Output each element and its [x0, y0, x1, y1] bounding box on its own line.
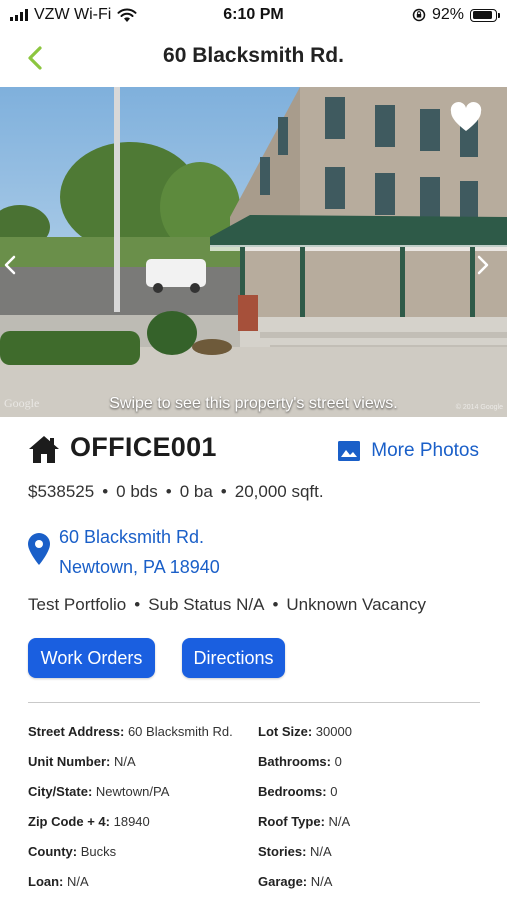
- battery-icon: [470, 8, 500, 22]
- detail-city-state: City/State: Newtown/PA: [28, 784, 170, 799]
- detail-garage: Garage: N/A: [258, 874, 333, 889]
- detail-zip-code: Zip Code + 4: 18940: [28, 814, 150, 829]
- battery-percent: 92%: [431, 6, 464, 23]
- detail-roof-type: Roof Type: N/A: [258, 814, 351, 829]
- status-bar: VZW Wi-Fi 6:10 PM 92%: [0, 0, 507, 30]
- status-bar-right: 92%: [412, 6, 500, 24]
- more-photos-label: More Photos: [371, 440, 479, 461]
- detail-loan: Loan: N/A: [28, 874, 89, 889]
- orientation-lock-icon: [412, 8, 426, 22]
- property-code: OFFICE001: [70, 432, 217, 462]
- home-icon: [29, 436, 59, 463]
- photo-copyright: © 2014 Google: [455, 404, 503, 411]
- divider: [28, 702, 480, 703]
- heart-icon: [450, 102, 482, 131]
- detail-county: County: Bucks: [28, 844, 117, 859]
- sub-status: Sub Status N/A: [148, 595, 265, 614]
- directions-button[interactable]: Directions: [182, 638, 285, 678]
- property-header: OFFICE001 More Photos: [28, 432, 479, 468]
- address-lines: 60 Blacksmith Rd. Newtown, PA 18940: [59, 522, 220, 582]
- photo-caption: Swipe to see this property's street view…: [109, 395, 398, 412]
- detail-stories: Stories: N/A: [258, 844, 332, 859]
- portfolio-name: Test Portfolio: [28, 595, 127, 614]
- detail-street-address: Street Address: 60 Blacksmith Rd.: [28, 724, 233, 739]
- property-summary: $538525 • 0 bds • 0 ba • 20,000 sqft.: [28, 482, 324, 501]
- property-sqft: 20,000 sqft.: [234, 482, 324, 501]
- more-photos-link[interactable]: More Photos: [337, 440, 479, 462]
- favorite-button[interactable]: [449, 101, 483, 135]
- property-baths: 0 ba: [179, 482, 213, 501]
- next-photo-button[interactable]: [469, 247, 493, 283]
- vacancy-status: Unknown Vacancy: [286, 595, 426, 614]
- street-view-photo[interactable]: Google Swipe to see this property's stre…: [0, 87, 507, 417]
- street-view-image: [0, 87, 507, 417]
- address-line-1: 60 Blacksmith Rd.: [59, 527, 205, 547]
- property-meta: Test Portfolio • Sub Status N/A • Unknown Va…: [28, 595, 426, 614]
- previous-photo-button[interactable]: [0, 247, 24, 283]
- detail-bathrooms: Bathrooms: 0: [258, 754, 342, 769]
- address-line-2: Newtown, PA 18940: [59, 557, 220, 577]
- property-price: $538525: [28, 482, 95, 501]
- chevron-left-icon: [4, 255, 16, 275]
- work-orders-button[interactable]: Work Orders: [28, 638, 155, 678]
- detail-unit-number: Unit Number: N/A: [28, 754, 136, 769]
- image-icon: [338, 441, 361, 461]
- nav-bar: 60 Blacksmith Rd.: [0, 30, 507, 86]
- property-beds: 0 bds: [116, 482, 158, 501]
- detail-bedrooms: Bedrooms: 0: [258, 784, 338, 799]
- detail-lot-size: Lot Size: 30000: [258, 724, 352, 739]
- map-pin-icon: [28, 533, 50, 565]
- chevron-right-icon: [477, 255, 489, 275]
- page-title: 60 Blacksmith Rd.: [163, 44, 344, 67]
